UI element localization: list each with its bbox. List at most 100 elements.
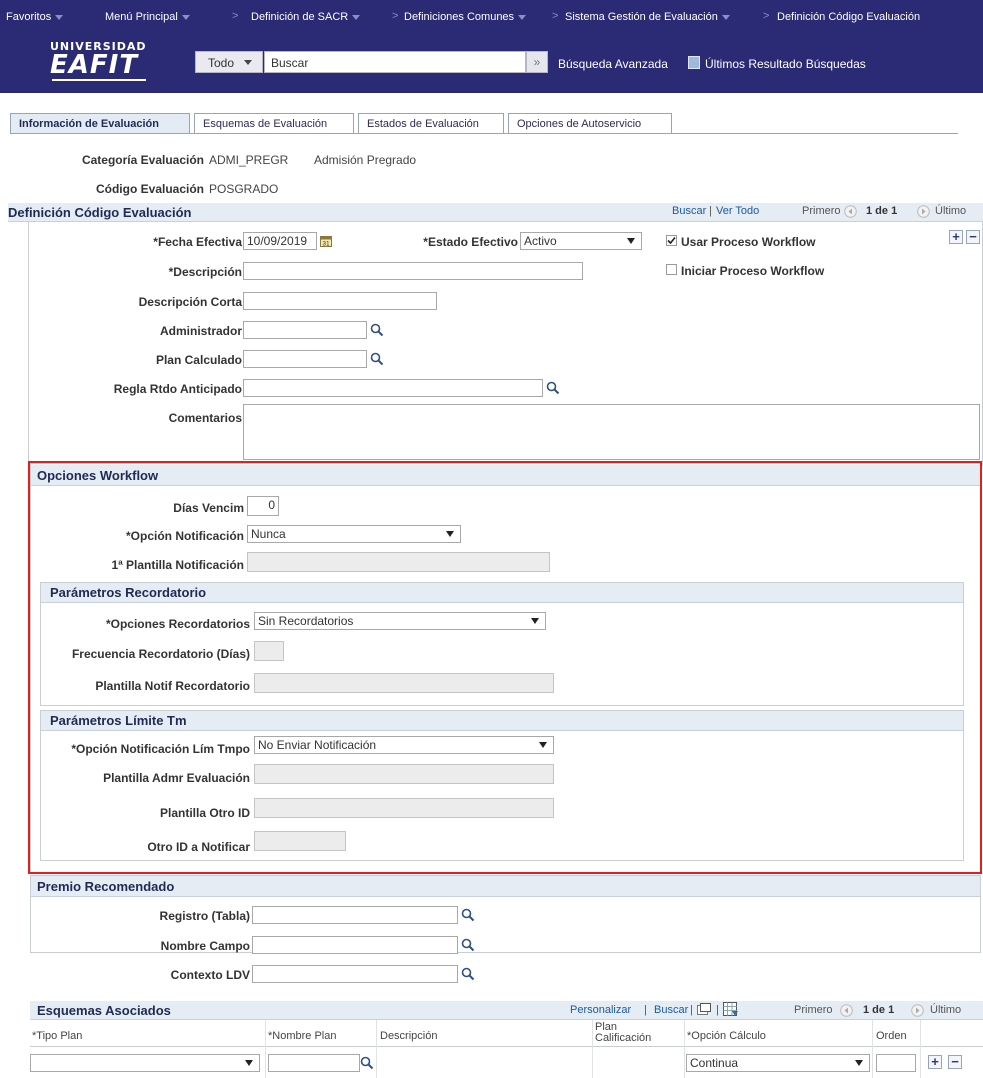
tab-evaluation-schemes[interactable]: Esquemas de Evaluación xyxy=(194,113,354,133)
separator-pipe: | xyxy=(716,1004,719,1016)
column-calc-option[interactable]: *Opción Cálculo xyxy=(687,1030,766,1042)
schemes-find-link[interactable]: Buscar xyxy=(654,1004,688,1016)
schemes-title: Esquemas Asociados xyxy=(37,1003,171,1018)
administrator-label: Administrador xyxy=(159,324,242,338)
separator-pipe: | xyxy=(644,1004,647,1016)
plan-name-search-icon[interactable] xyxy=(360,1056,374,1070)
last-results-link[interactable]: Últimos Resultado Búsquedas xyxy=(705,57,866,71)
tab-self-service-options[interactable]: Opciones de Autoservicio xyxy=(508,113,672,133)
effective-status-select[interactable]: Activo xyxy=(520,232,642,250)
tab-evaluation-states[interactable]: Estados de Evaluación xyxy=(358,113,504,133)
column-grade-plan[interactable]: Plan Calificación xyxy=(595,1022,675,1044)
use-workflow-label: Usar Proceso Workflow xyxy=(681,235,816,249)
schemes-row-count: 1 de 1 xyxy=(863,1004,895,1016)
calc-option-select[interactable]: Continua xyxy=(686,1054,870,1072)
record-input[interactable] xyxy=(252,906,458,924)
definition-title: Definición Código Evaluación xyxy=(8,205,192,220)
administrator-search-icon[interactable] xyxy=(370,323,384,337)
order-input[interactable] xyxy=(876,1054,916,1072)
award-title: Premio Recomendado xyxy=(37,879,175,894)
plan-name-input[interactable] xyxy=(268,1054,360,1072)
schemes-column-header-row xyxy=(30,1020,983,1047)
comments-textarea[interactable] xyxy=(243,404,980,460)
early-rule-label: Regla Rtdo Anticipado xyxy=(113,382,242,396)
code-value: POSGRADO xyxy=(209,182,279,196)
search-go-button[interactable]: » xyxy=(526,51,548,73)
calculated-plan-search-icon[interactable] xyxy=(370,352,384,366)
view-all-link[interactable]: Ver Todo xyxy=(716,205,759,217)
plan-type-select[interactable] xyxy=(30,1054,260,1072)
column-order[interactable]: Orden xyxy=(876,1030,907,1042)
add-row-button[interactable]: + xyxy=(949,230,963,244)
category-description: Admisión Pregrado xyxy=(314,153,417,167)
customize-link[interactable]: Personalizar xyxy=(570,1004,631,1016)
column-divider xyxy=(920,1020,921,1078)
previous-icon[interactable] xyxy=(844,205,857,218)
main-menu[interactable]: Menú Principal xyxy=(105,11,190,23)
calculated-plan-input[interactable] xyxy=(243,350,367,368)
column-plan-name[interactable]: *Nombre Plan xyxy=(268,1030,336,1042)
schemes-first-link[interactable]: Primero xyxy=(794,1004,833,1016)
early-rule-input[interactable] xyxy=(243,379,543,397)
new-window-icon[interactable] xyxy=(697,1003,711,1016)
column-divider xyxy=(684,1020,685,1078)
description-input[interactable] xyxy=(243,262,583,280)
schemes-last-link[interactable]: Último xyxy=(930,1004,961,1016)
check-icon xyxy=(667,236,676,245)
breadcrumb-sacr[interactable]: Definición de SACR xyxy=(251,11,361,23)
separator-pipe: | xyxy=(690,1004,693,1016)
calculated-plan-label: Plan Calculado xyxy=(155,353,242,367)
short-description-label: Descripción Corta xyxy=(138,295,242,309)
schemes-add-row-button[interactable]: + xyxy=(928,1055,942,1069)
start-workflow-checkbox[interactable] xyxy=(666,264,677,275)
svg-text:31: 31 xyxy=(322,241,330,248)
first-link[interactable]: Primero xyxy=(802,205,841,217)
context-input[interactable] xyxy=(252,965,458,983)
context-label: Contexto LDV xyxy=(170,968,250,982)
tab-divider xyxy=(10,133,958,134)
effective-date-input[interactable]: 10/09/2019 xyxy=(243,232,317,250)
record-label: Registro (Tabla) xyxy=(159,909,250,923)
use-workflow-checkbox[interactable] xyxy=(666,235,677,246)
column-divider xyxy=(265,1020,266,1078)
category-value: ADMI_PREGR xyxy=(209,153,289,167)
effective-date-label: *Fecha Efectiva xyxy=(153,235,242,249)
comments-label: Comentarios xyxy=(168,411,242,425)
last-link[interactable]: Último xyxy=(935,205,966,217)
field-name-search-icon[interactable] xyxy=(461,938,475,952)
next-icon[interactable] xyxy=(917,205,930,218)
logo-underline xyxy=(52,79,146,81)
search-scope-select[interactable]: Todo xyxy=(195,51,263,73)
top-navigation-bar: Favoritos Menú Principal > Definición de… xyxy=(0,0,983,33)
search-input[interactable]: Buscar xyxy=(264,51,526,73)
find-link[interactable]: Buscar xyxy=(672,205,706,217)
download-grid-icon[interactable] xyxy=(723,1002,739,1017)
schemes-next-icon[interactable] xyxy=(911,1004,924,1017)
breadcrumb-evaluation-code[interactable]: Definición Código Evaluación xyxy=(777,11,920,23)
breadcrumb-separator-icon: > xyxy=(392,10,399,22)
calendar-icon[interactable]: 31 xyxy=(320,235,332,247)
field-name-input[interactable] xyxy=(252,936,458,954)
early-rule-search-icon[interactable] xyxy=(546,381,560,395)
record-search-icon[interactable] xyxy=(461,908,475,922)
category-label: Categoría Evaluación xyxy=(81,153,204,167)
breadcrumb-separator-icon: > xyxy=(763,10,770,22)
column-divider xyxy=(592,1020,593,1078)
breadcrumb-common-definitions[interactable]: Definiciones Comunes xyxy=(404,11,527,23)
schemes-previous-icon[interactable] xyxy=(840,1004,853,1017)
favorites-menu[interactable]: Favoritos xyxy=(6,11,64,23)
column-description[interactable]: Descripción xyxy=(380,1030,437,1042)
schemes-delete-row-button[interactable]: − xyxy=(948,1055,962,1069)
description-label: *Descripción xyxy=(168,265,242,279)
advanced-search-link[interactable]: Búsqueda Avanzada xyxy=(558,57,668,71)
short-description-input[interactable] xyxy=(243,292,437,310)
breadcrumb-separator-icon: > xyxy=(232,10,239,22)
context-search-icon[interactable] xyxy=(461,967,475,981)
column-plan-type[interactable]: *Tipo Plan xyxy=(32,1030,82,1042)
administrator-input[interactable] xyxy=(243,321,367,339)
tab-evaluation-info[interactable]: Información de Evaluación xyxy=(10,113,190,134)
breadcrumb-evaluation-system[interactable]: Sistema Gestión de Evaluación xyxy=(565,11,730,23)
delete-row-button[interactable]: − xyxy=(966,230,980,244)
row-count: 1 de 1 xyxy=(866,205,898,217)
last-results-icon[interactable] xyxy=(688,56,700,69)
